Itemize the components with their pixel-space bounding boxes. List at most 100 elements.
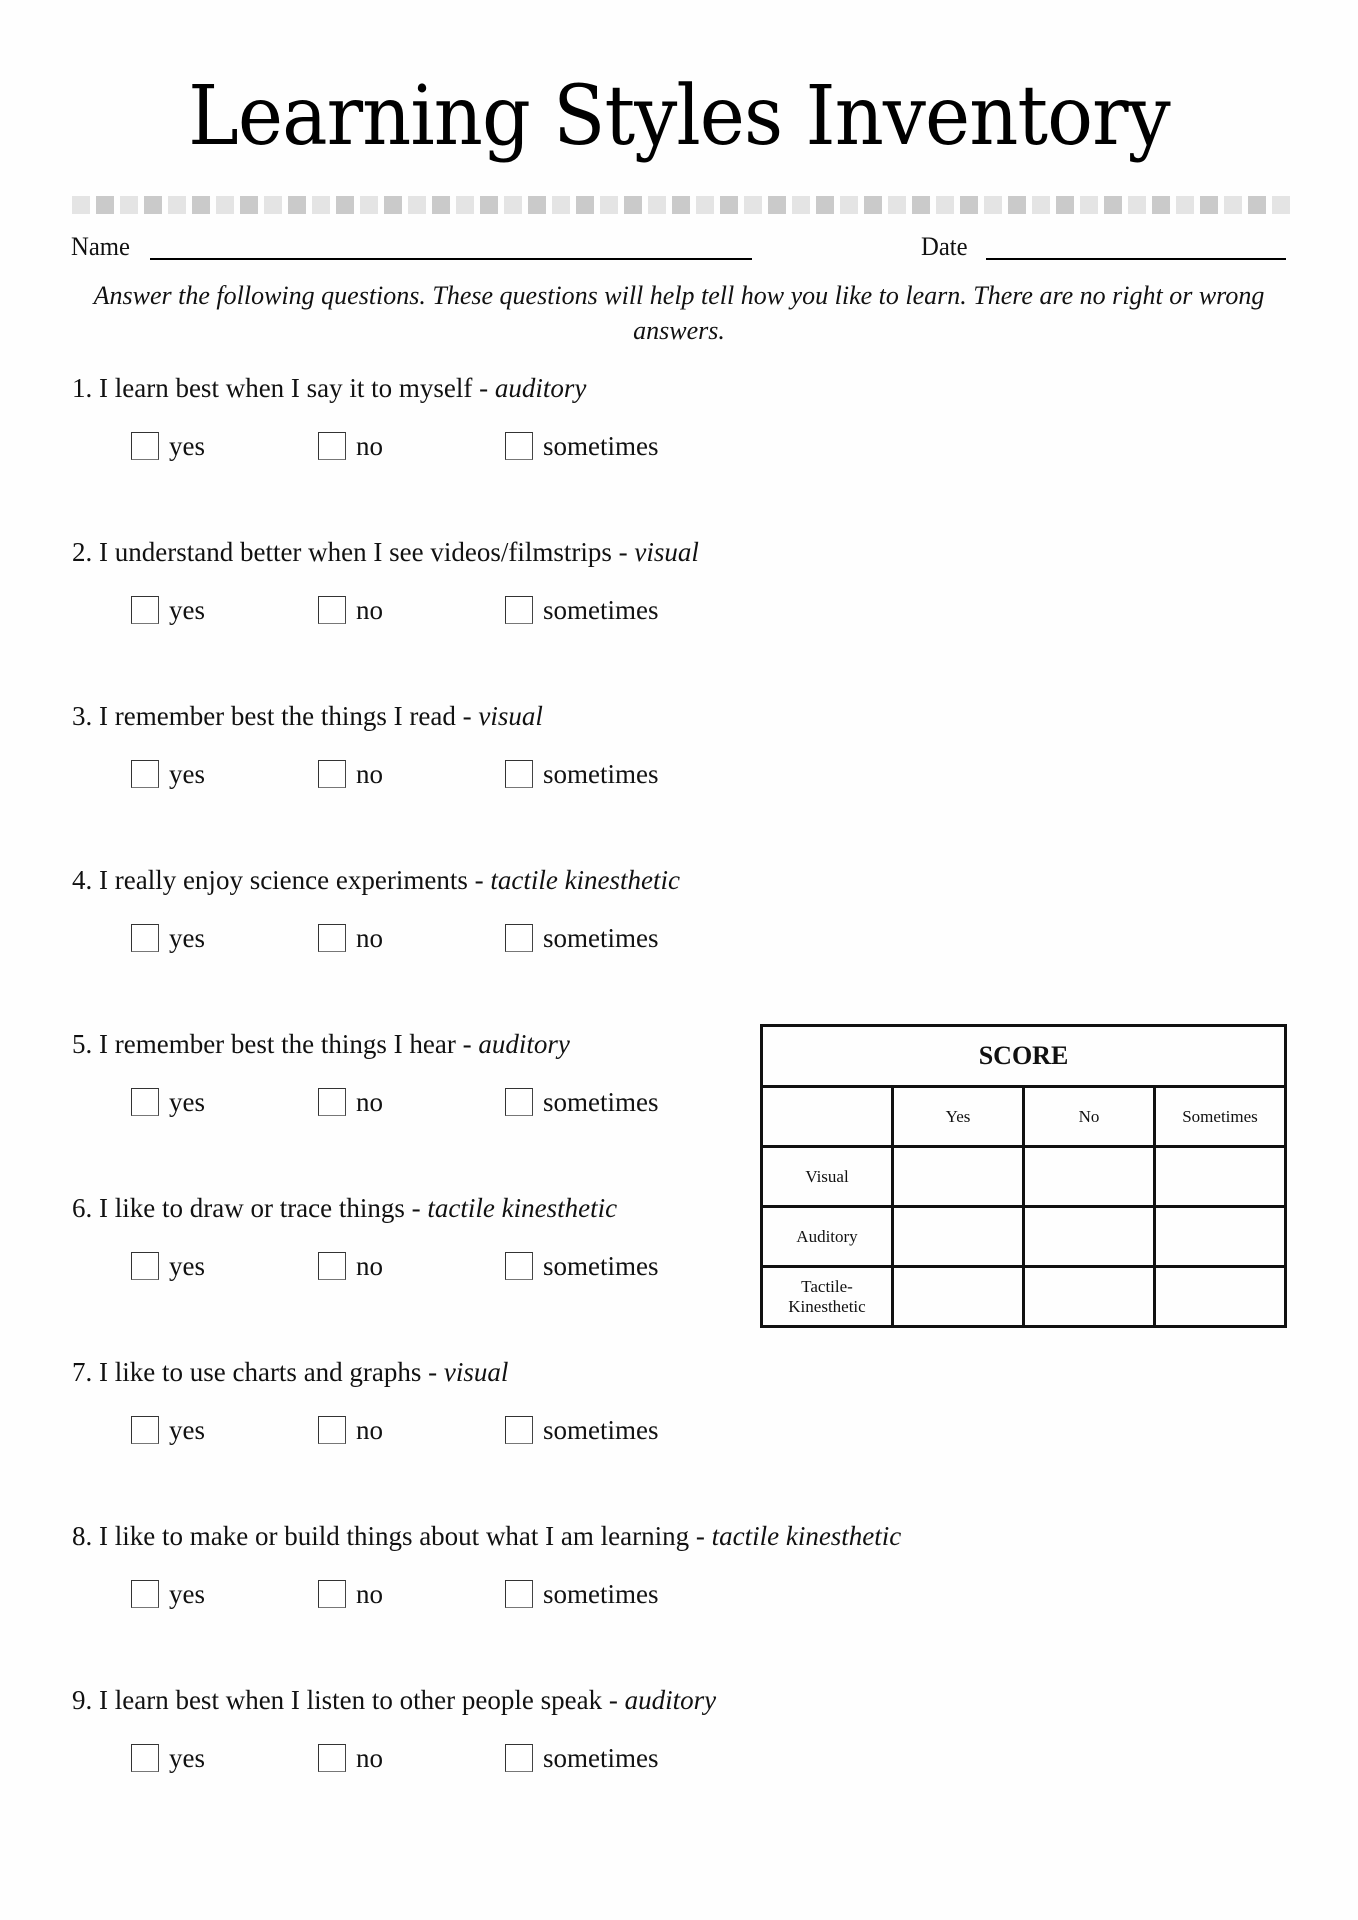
checkbox[interactable]: [318, 432, 346, 460]
checkbox[interactable]: [318, 924, 346, 952]
pattern-square: [144, 196, 162, 214]
q9-option-yes[interactable]: yes: [131, 1743, 205, 1773]
checkbox[interactable]: [505, 924, 533, 952]
question-number: 5.: [72, 1029, 93, 1059]
checkbox[interactable]: [131, 1252, 159, 1280]
q4-option-sometimes[interactable]: sometimes: [505, 923, 659, 953]
option-label: sometimes: [543, 1251, 659, 1281]
checkbox[interactable]: [505, 432, 533, 460]
score-row-auditory: Auditory: [760, 1205, 1287, 1268]
checkbox[interactable]: [131, 1416, 159, 1444]
checkbox[interactable]: [318, 1580, 346, 1608]
question-statement: I like to draw or trace things -: [99, 1193, 428, 1223]
checkbox[interactable]: [131, 1580, 159, 1608]
q9-option-no[interactable]: no: [318, 1743, 383, 1773]
q6-option-yes[interactable]: yes: [131, 1251, 205, 1281]
checkbox[interactable]: [131, 924, 159, 952]
checkbox[interactable]: [505, 1088, 533, 1116]
q7-option-yes[interactable]: yes: [131, 1415, 205, 1445]
question-text: 1. I learn best when I say it to myself …: [72, 372, 586, 404]
q3-option-no[interactable]: no: [318, 759, 383, 789]
checkbox[interactable]: [505, 1580, 533, 1608]
checkbox[interactable]: [505, 1744, 533, 1772]
pattern-square: [960, 196, 978, 214]
question-number: 4.: [72, 865, 93, 895]
checkbox[interactable]: [318, 1252, 346, 1280]
q5-option-yes[interactable]: yes: [131, 1087, 205, 1117]
q2-option-yes[interactable]: yes: [131, 595, 205, 625]
checkbox[interactable]: [131, 1088, 159, 1116]
option-label: sometimes: [543, 923, 659, 953]
option-label: sometimes: [543, 1415, 659, 1445]
q8-option-yes[interactable]: yes: [131, 1579, 205, 1609]
score-tactile-no[interactable]: [1022, 1265, 1156, 1328]
score-tactile-yes[interactable]: [891, 1265, 1025, 1328]
pattern-square: [360, 196, 378, 214]
q5-option-sometimes[interactable]: sometimes: [505, 1087, 659, 1117]
q9-option-sometimes[interactable]: sometimes: [505, 1743, 659, 1773]
header-no: No: [1022, 1085, 1156, 1148]
row-label: Tactile- Kinesthetic: [760, 1265, 894, 1328]
q1-option-sometimes[interactable]: sometimes: [505, 431, 659, 461]
score-visual-yes[interactable]: [891, 1145, 1025, 1208]
q4-option-yes[interactable]: yes: [131, 923, 205, 953]
question-statement: I learn best when I listen to other peop…: [99, 1685, 625, 1715]
question-category: auditory: [478, 1029, 570, 1059]
checkbox[interactable]: [505, 596, 533, 624]
date-field[interactable]: [986, 258, 1286, 260]
header-sometimes: Sometimes: [1153, 1085, 1287, 1148]
pattern-square: [792, 196, 810, 214]
q8-option-sometimes[interactable]: sometimes: [505, 1579, 659, 1609]
score-auditory-sometimes[interactable]: [1153, 1205, 1287, 1268]
option-label: no: [356, 595, 383, 625]
score-auditory-yes[interactable]: [891, 1205, 1025, 1268]
checkbox[interactable]: [131, 596, 159, 624]
q5-option-no[interactable]: no: [318, 1087, 383, 1117]
pattern-square: [528, 196, 546, 214]
checkbox[interactable]: [131, 1744, 159, 1772]
pattern-square: [432, 196, 450, 214]
q8-option-no[interactable]: no: [318, 1579, 383, 1609]
pattern-square: [480, 196, 498, 214]
name-field[interactable]: [150, 258, 752, 260]
score-visual-no[interactable]: [1022, 1145, 1156, 1208]
checkbox[interactable]: [318, 1416, 346, 1444]
checkbox[interactable]: [505, 760, 533, 788]
score-row-visual: Visual: [760, 1145, 1287, 1208]
q6-option-sometimes[interactable]: sometimes: [505, 1251, 659, 1281]
q2-option-sometimes[interactable]: sometimes: [505, 595, 659, 625]
checkbox[interactable]: [505, 1252, 533, 1280]
score-table: SCORE Yes No Sometimes Visual Auditory T…: [760, 1024, 1287, 1328]
question-category: tactile kinesthetic: [427, 1193, 618, 1223]
q7-option-no[interactable]: no: [318, 1415, 383, 1445]
q3-option-yes[interactable]: yes: [131, 759, 205, 789]
pattern-square: [1056, 196, 1074, 214]
checkbox[interactable]: [318, 1088, 346, 1116]
checkbox[interactable]: [131, 432, 159, 460]
pattern-square: [696, 196, 714, 214]
q3-option-sometimes[interactable]: sometimes: [505, 759, 659, 789]
q1-option-yes[interactable]: yes: [131, 431, 205, 461]
checkbox[interactable]: [318, 596, 346, 624]
checkbox[interactable]: [318, 1744, 346, 1772]
q6-option-no[interactable]: no: [318, 1251, 383, 1281]
pattern-square: [1104, 196, 1122, 214]
q4-option-no[interactable]: no: [318, 923, 383, 953]
q7-option-sometimes[interactable]: sometimes: [505, 1415, 659, 1445]
pattern-square: [936, 196, 954, 214]
score-visual-sometimes[interactable]: [1153, 1145, 1287, 1208]
score-tactile-sometimes[interactable]: [1153, 1265, 1287, 1328]
header-yes: Yes: [891, 1085, 1025, 1148]
question-statement: I really enjoy science experiments -: [99, 865, 491, 895]
question-statement: I remember best the things I read -: [99, 701, 479, 731]
pattern-square: [384, 196, 402, 214]
checkbox[interactable]: [318, 760, 346, 788]
checkbox[interactable]: [505, 1416, 533, 1444]
option-label: sometimes: [543, 1087, 659, 1117]
pattern-square: [312, 196, 330, 214]
pattern-square: [888, 196, 906, 214]
score-auditory-no[interactable]: [1022, 1205, 1156, 1268]
q1-option-no[interactable]: no: [318, 431, 383, 461]
checkbox[interactable]: [131, 760, 159, 788]
q2-option-no[interactable]: no: [318, 595, 383, 625]
